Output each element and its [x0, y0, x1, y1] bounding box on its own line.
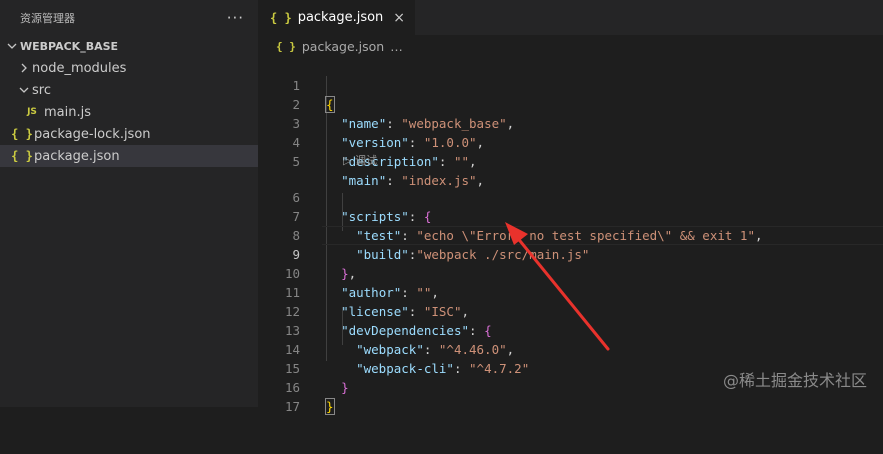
more-actions-icon[interactable]: ··· [227, 9, 244, 27]
workspace-folder-name: WEBPACK_BASE [20, 39, 119, 53]
explorer-header: 资源管理器 ··· [0, 0, 258, 35]
tree-folder-node-modules[interactable]: node_modules [0, 57, 258, 79]
code-line: 10 "author": "", [258, 245, 883, 300]
code-line: 8 "build":"webpack ./src/main.js" [258, 207, 883, 262]
code-line: 6 "scripts": { [258, 169, 883, 224]
code-line: 1 { [258, 57, 883, 113]
breadcrumb-file[interactable]: package.json [302, 39, 384, 54]
code-line: 11 "license": "ISC", [258, 264, 883, 319]
tree-item-label: package.json [34, 148, 120, 164]
tree-item-label: src [32, 82, 51, 98]
json-file-icon: { } [276, 39, 296, 53]
codelens-debug: ▷ 调试 [258, 152, 883, 169]
code-line: 15 } [258, 340, 883, 395]
debug-codelens-link[interactable]: ▷ 调试 [343, 152, 377, 169]
tree-file-package-lock-json[interactable]: { } package-lock.json [0, 123, 258, 145]
tab-package-json[interactable]: { } package.json × [258, 0, 416, 35]
explorer-sidebar: 资源管理器 ··· WEBPACK_BASE node_modules src … [0, 0, 258, 407]
tree-file-package-json[interactable]: { } package.json [0, 145, 258, 167]
breadcrumb-more[interactable]: … [390, 39, 403, 54]
tab-label: package.json [297, 10, 384, 25]
code-editor[interactable]: 1 { 2 "name": "webpack_base", 3 "version… [258, 57, 883, 415]
code-line: 5 "main": "index.js", [258, 133, 883, 188]
json-file-icon: { } [11, 127, 33, 141]
code-line: 13 "webpack": "^4.46.0", [258, 302, 883, 357]
code-line: 14 "webpack-cli": "^4.7.2" [258, 321, 883, 376]
tree-item-label: package-lock.json [34, 126, 151, 142]
chevron-down-icon [16, 85, 32, 95]
tree-item-label: main.js [44, 104, 91, 120]
breadcrumb: { } package.json … [258, 35, 883, 57]
json-file-icon: { } [11, 149, 33, 163]
workspace-folder-header[interactable]: WEBPACK_BASE [0, 35, 258, 57]
tab-bar: { } package.json × [258, 0, 883, 35]
close-icon[interactable]: × [393, 10, 405, 26]
tree-item-label: node_modules [32, 60, 127, 76]
editor-area: { } package.json × { } package.json … 1 … [258, 0, 883, 415]
explorer-title: 资源管理器 [20, 11, 75, 25]
javascript-file-icon: JS [27, 107, 37, 117]
chevron-right-icon [16, 63, 32, 73]
tree-folder-src[interactable]: src [0, 79, 258, 101]
code-line-current: 9 }, [258, 226, 883, 281]
code-line: 4 "description": "", [258, 114, 883, 169]
code-line: 12 "devDependencies": { [258, 283, 883, 338]
json-file-icon: { } [270, 10, 292, 25]
watermark: @稀土掘金技术社区 [722, 371, 867, 390]
tree-file-main-js[interactable]: JS main.js [0, 101, 258, 123]
code-line: 3 "version": "1.0.0", [258, 95, 883, 150]
code-line: 2 "name": "webpack_base", [258, 76, 883, 131]
chevron-down-icon [4, 41, 20, 51]
code-line: 7 "test": "echo \"Error: no test specifi… [258, 188, 883, 243]
